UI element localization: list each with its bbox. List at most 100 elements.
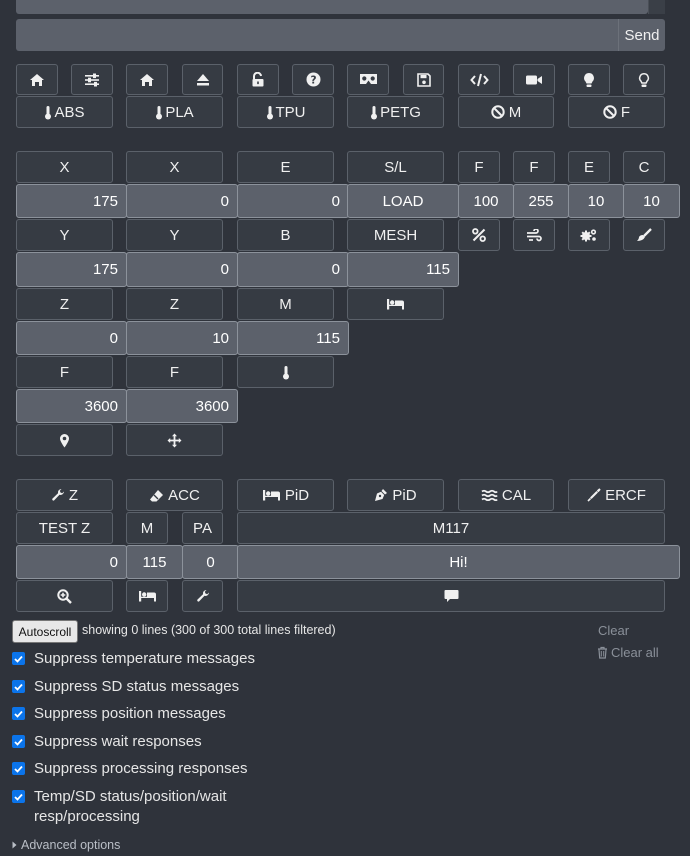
x-offset-input[interactable]: 0 [126,184,238,218]
settings-button[interactable] [568,219,610,251]
zoom-button[interactable] [16,580,113,612]
move-arrows-button[interactable] [126,424,223,456]
extrude-length-input[interactable]: 10 [568,184,624,218]
checkbox[interactable] [12,652,25,665]
m-small-input[interactable]: 115 [126,545,183,579]
map-marker-icon [60,433,69,447]
feed2-input[interactable]: 3600 [126,389,238,423]
autoscroll-button[interactable]: Autoscroll [12,620,78,643]
pid-bed-button[interactable]: PiD [237,479,334,511]
y-input[interactable]: 175 [16,252,127,287]
feed-input[interactable]: 3600 [16,389,127,423]
preset-pla-button[interactable]: PLA [126,96,223,128]
filter-temperature[interactable]: Suppress temperature messages [12,649,274,669]
scrollbar[interactable] [648,0,665,14]
move-x-button[interactable]: X [16,151,113,183]
bed-mesh-button[interactable] [126,580,168,612]
m-input[interactable]: 115 [237,321,349,355]
temperature-button[interactable] [237,356,334,388]
pressure-advance-input[interactable]: 0 [182,545,239,579]
ercf-button[interactable]: ERCF [568,479,665,511]
filter-position[interactable]: Suppress position messages [12,704,274,724]
calibrate-button[interactable]: CAL [458,479,554,511]
preset-tpu-button[interactable]: TPU [237,96,334,128]
filter-processing[interactable]: Suppress processing responses [12,759,274,779]
extrude-button[interactable]: E [237,151,334,183]
load-input[interactable]: LOAD [347,184,459,218]
mesh-input[interactable]: 115 [347,252,459,287]
fan-speed-input[interactable]: 255 [513,184,569,218]
thermometer-icon [45,105,52,119]
set-x-button[interactable]: X [126,151,223,183]
clear-link[interactable]: Clear [598,623,629,638]
preset-abs-button[interactable]: ABS [16,96,113,128]
vr-button[interactable] [347,64,389,95]
feedrate-button[interactable]: F [458,151,500,183]
fan-speed-button[interactable]: F [513,151,555,183]
command-input[interactable] [16,19,620,51]
eject-button[interactable] [182,64,223,95]
fan-button[interactable] [513,219,555,251]
checkbox[interactable] [12,790,25,803]
extrude-length-button[interactable]: E [568,151,610,183]
checkbox[interactable] [12,762,25,775]
save-load-button[interactable]: S/L [347,151,444,183]
preset-petg-button[interactable]: PETG [347,96,444,128]
mesh-button[interactable]: MESH [347,219,444,251]
m-small-button[interactable]: M [126,512,168,544]
y-offset-input[interactable]: 0 [126,252,238,287]
x-input[interactable]: 175 [16,184,127,218]
pid-hotend-button[interactable]: PiD [347,479,444,511]
motors-off-button[interactable]: M [458,96,554,128]
clean-nozzle-button[interactable] [623,219,665,251]
question-icon: ? [306,72,320,87]
set-y-button[interactable]: Y [126,219,223,251]
filter-sd-status[interactable]: Suppress SD status messages [12,677,274,697]
m117-message-input[interactable]: Hi! [237,545,680,579]
test-z-button[interactable]: TEST Z [16,512,113,544]
feed-button[interactable]: F [16,356,113,388]
unlock-button[interactable] [237,64,279,95]
e-input[interactable]: 0 [237,184,349,218]
checkbox[interactable] [12,735,25,748]
clear-all-link[interactable]: Clear all [597,645,659,660]
m117-button[interactable]: M117 [237,512,665,544]
light-on-button[interactable] [568,64,610,95]
light-off-button[interactable] [623,64,665,95]
z-offset-wrench-button[interactable]: Z [16,479,113,511]
accel-button[interactable]: ACC [126,479,223,511]
z-offset-input[interactable]: 10 [126,321,238,355]
feed2-button[interactable]: F [126,356,223,388]
location-button[interactable] [16,424,113,456]
help-button[interactable]: ? [292,64,334,95]
code-button[interactable] [458,64,500,95]
b-button[interactable]: B [237,219,334,251]
m-button[interactable]: M [237,288,334,320]
move-z-button[interactable]: Z [16,288,113,320]
pressure-advance-button[interactable]: PA [182,512,223,544]
z-input[interactable]: 0 [16,321,127,355]
c-button[interactable]: C [623,151,665,183]
feedrate-input[interactable]: 100 [458,184,514,218]
filter-wait[interactable]: Suppress wait responses [12,732,274,752]
send-message-button[interactable] [237,580,665,612]
bed-button[interactable] [347,288,444,320]
wrench-button[interactable] [182,580,223,612]
filter-combined[interactable]: Temp/SD status/position/wait resp/proces… [12,787,274,827]
video-button[interactable] [513,64,555,95]
c-input[interactable]: 10 [623,184,680,218]
checkbox[interactable] [12,680,25,693]
set-z-button[interactable]: Z [126,288,223,320]
home-all-button[interactable] [126,64,168,95]
save-button[interactable] [403,64,444,95]
send-button[interactable]: Send [618,19,665,51]
home-button[interactable] [16,64,58,95]
sliders-button[interactable] [71,64,113,95]
b-input[interactable]: 0 [237,252,349,287]
percent-button[interactable] [458,219,500,251]
fan-off-button[interactable]: F [568,96,665,128]
advanced-options-toggle[interactable]: Advanced options [12,838,120,852]
test-z-input[interactable]: 0 [16,545,127,579]
move-y-button[interactable]: Y [16,219,113,251]
checkbox[interactable] [12,707,25,720]
